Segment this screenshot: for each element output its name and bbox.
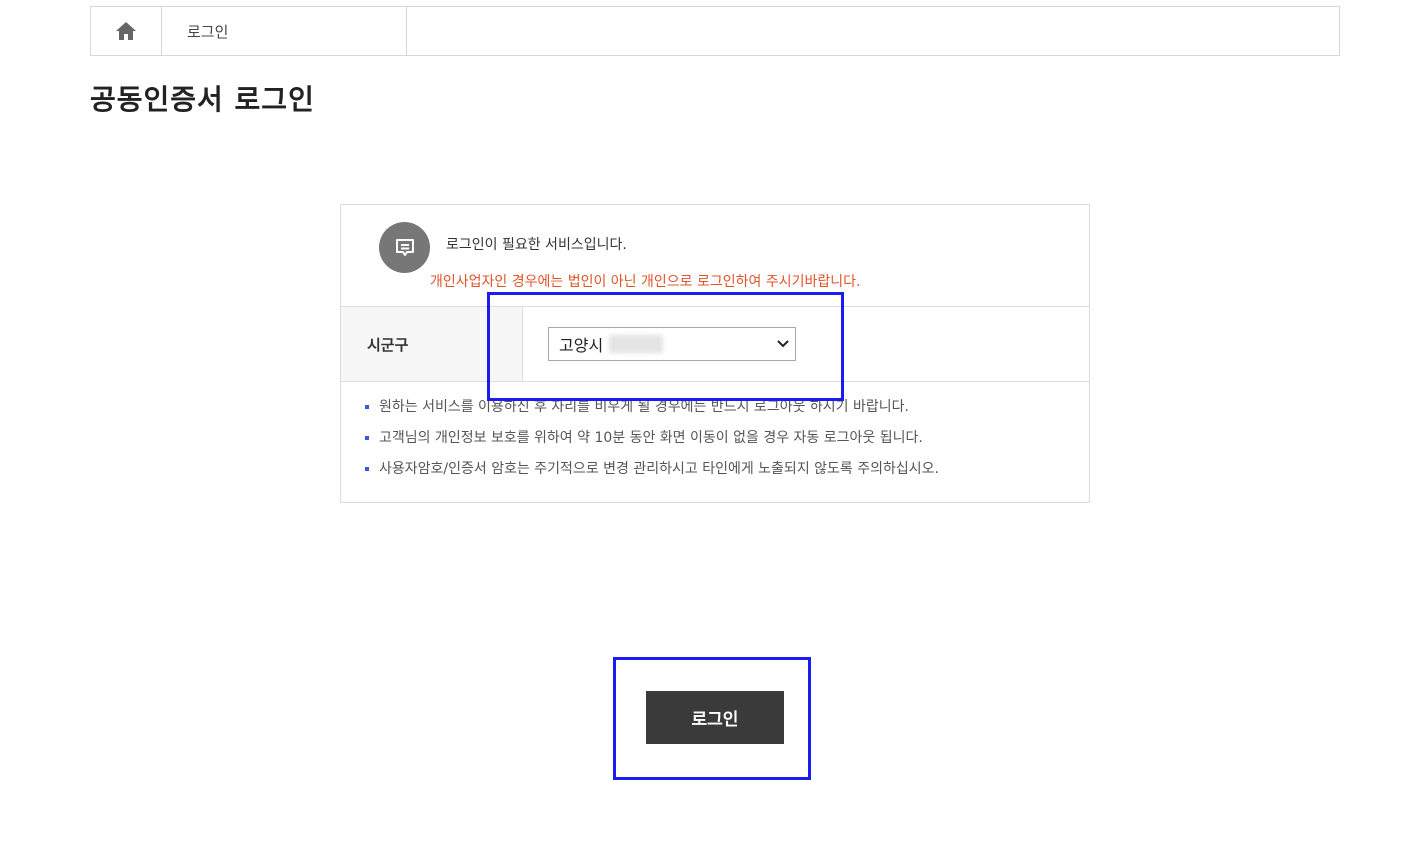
notice-warning: 개인사업자인 경우에는 법인이 아닌 개인으로 로그인하여 주시기바랍니다. [430,274,861,290]
list-item: 원하는 서비스를 이용하신 후 자리를 비우게 될 경우에는 반드시 로그아웃 … [365,399,939,415]
breadcrumb-home[interactable] [91,7,162,55]
notice-text: 로그인이 필요한 서비스입니다. [446,237,627,253]
login-button[interactable]: 로그인 [646,691,784,744]
message-icon [395,238,414,256]
highlight-box-select [487,292,844,401]
message-icon-badge [379,222,430,273]
page-title: 공동인증서 로그인 [90,83,315,116]
tips-list: 원하는 서비스를 이용하신 후 자리를 비우게 될 경우에는 반드시 로그아웃 … [365,399,939,492]
breadcrumb: 로그인 [90,6,1340,56]
home-icon [116,22,136,40]
list-item: 사용자암호/인증서 암호는 주기적으로 변경 관리하시고 타인에게 노출되지 않… [365,461,939,477]
list-item: 고객님의 개인정보 보호를 위하여 약 10분 동안 화면 이동이 없을 경우 … [365,430,939,446]
breadcrumb-item-login[interactable]: 로그인 [162,7,407,55]
